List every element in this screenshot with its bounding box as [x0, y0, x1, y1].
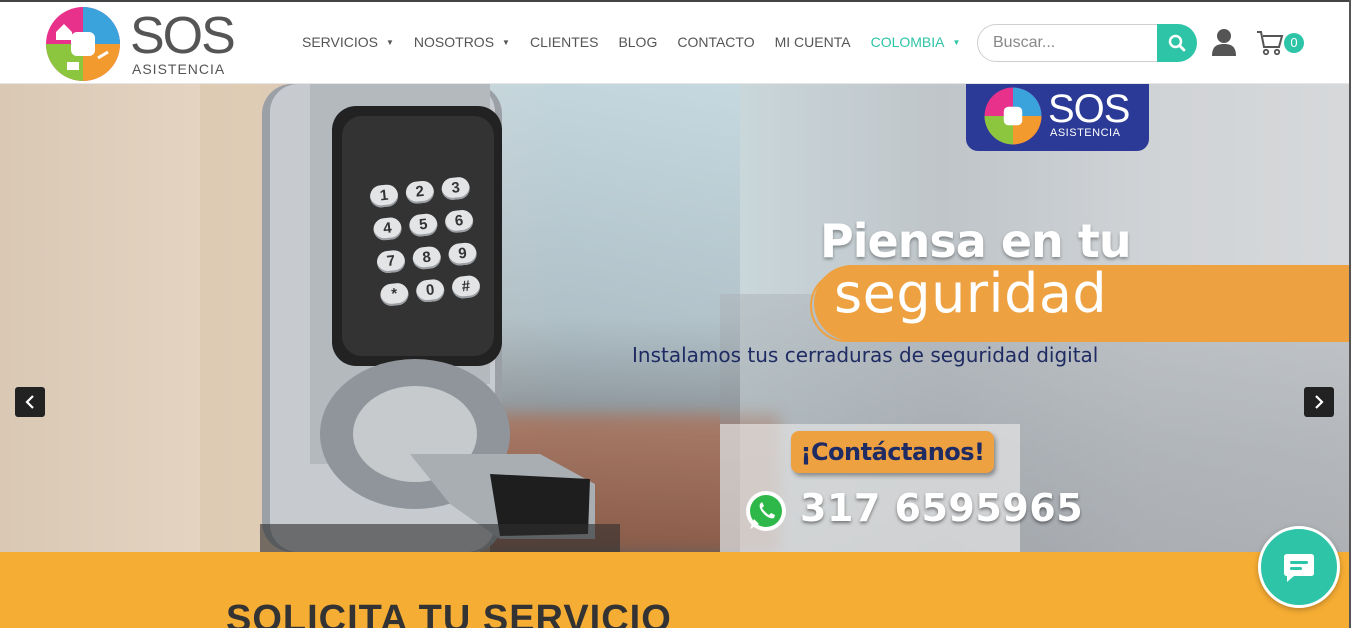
slider-next-button[interactable] — [1304, 387, 1334, 417]
nav-item-label: SERVICIOS — [302, 34, 378, 50]
search-icon — [1168, 34, 1186, 52]
hero-headline-highlight: seguridad — [834, 262, 1108, 325]
hero-brand-badge: SOS ASISTENCIA — [966, 84, 1149, 151]
nav-item-mi-cuenta[interactable]: MI CUENTA — [775, 34, 851, 50]
account-button[interactable] — [1210, 28, 1238, 58]
whatsapp-icon[interactable] — [744, 489, 788, 533]
keypad-key: 4 — [372, 216, 403, 242]
nav-item-label: CLIENTES — [529, 34, 599, 50]
badge-tagline: ASISTENCIA — [1050, 127, 1121, 139]
nav-item-label: BLOG — [618, 34, 658, 50]
keypad-key: 5 — [408, 212, 439, 238]
user-icon — [1212, 29, 1236, 56]
nav-item-contacto[interactable]: CONTACTO — [677, 34, 754, 50]
keypad-key: 0 — [415, 278, 446, 304]
cart-count-badge: 0 — [1284, 33, 1304, 53]
nav-item-label: MI CUENTA — [774, 34, 851, 50]
hero-headline: Piensa en tu — [820, 214, 1132, 268]
badge-wordmark: SOS — [1048, 87, 1130, 131]
chat-bubble-icon — [1284, 554, 1314, 582]
nav-item-servicios[interactable]: SERVICIOS ▼ — [302, 34, 394, 50]
chevron-left-icon — [25, 395, 34, 409]
section-title: SOLICITA TU SERVICIO — [226, 598, 672, 628]
caret-down-icon: ▼ — [386, 37, 394, 47]
keypad-key: 1 — [369, 183, 400, 209]
nav-item-nosotros[interactable]: NOSOTROS ▼ — [414, 34, 510, 50]
search-button[interactable] — [1157, 24, 1197, 62]
hero-phone-number[interactable]: 317 6595965 — [800, 486, 1083, 530]
keypad: 1 2 3 4 5 6 7 8 9 * 0 # — [363, 174, 507, 327]
main-nav: SERVICIOS ▼ NOSOTROS ▼ CLIENTES BLOG CON… — [302, 32, 980, 52]
nav-item-label: CONTACTO — [677, 34, 755, 50]
keypad-key: # — [450, 274, 482, 300]
slider-prev-button[interactable] — [15, 387, 45, 417]
nav-item-blog[interactable]: BLOG — [618, 34, 657, 50]
search-box — [977, 24, 1197, 62]
logo-mark-icon — [46, 7, 120, 81]
hero-subheadline: Instalamos tus cerraduras de seguridad d… — [632, 343, 1099, 367]
nav-item-colombia[interactable]: COLOMBIA ▼ — [871, 34, 961, 50]
logo-mark-icon — [984, 87, 1042, 145]
chevron-right-icon — [1315, 395, 1324, 409]
keypad-key: 9 — [447, 241, 478, 267]
cart-button[interactable]: 0 — [1256, 29, 1306, 59]
contact-cta-button[interactable]: ¡Contáctanos! — [791, 431, 994, 473]
nav-item-label: NOSOTROS — [413, 34, 495, 50]
keypad-key: 3 — [440, 176, 471, 201]
caret-down-icon: ▼ — [952, 37, 961, 47]
keypad-key: * — [379, 282, 410, 307]
keypad-key: 7 — [375, 249, 407, 275]
search-input[interactable] — [977, 24, 1167, 62]
keypad-key: 2 — [404, 179, 435, 205]
cart-icon — [1257, 31, 1284, 56]
nav-item-label: COLOMBIA — [870, 34, 945, 50]
keypad-key: 8 — [411, 245, 442, 271]
request-service-section: SOLICITA TU SERVICIO — [0, 552, 1349, 628]
chat-widget-button[interactable] — [1258, 526, 1340, 608]
logo-wordmark: SOS — [130, 7, 236, 65]
keypad-key: 6 — [444, 208, 475, 234]
logo-tagline: ASISTENCIA — [132, 61, 226, 77]
site-logo[interactable]: SOS ASISTENCIA — [44, 6, 244, 82]
nav-item-clientes[interactable]: CLIENTES — [530, 34, 598, 50]
caret-down-icon: ▼ — [502, 37, 510, 47]
site-header: SOS ASISTENCIA SERVICIOS ▼ NOSOTROS ▼ CL… — [0, 2, 1351, 84]
